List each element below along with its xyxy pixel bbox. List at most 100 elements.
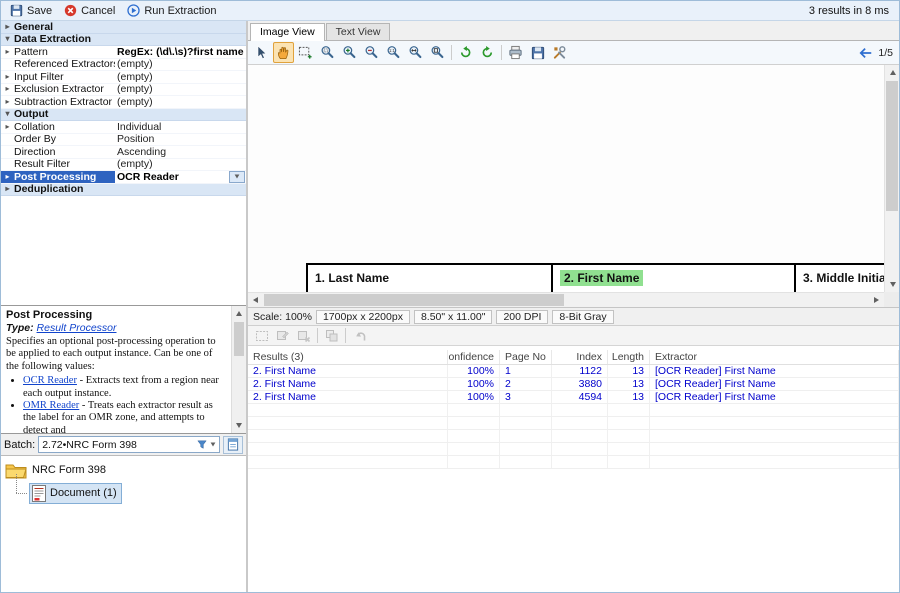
expander-icon[interactable]: ▸: [1, 171, 14, 183]
propgrid-row-direction[interactable]: Direction Ascending: [1, 146, 246, 159]
scroll-up-button[interactable]: [885, 65, 899, 80]
column-header-confidence[interactable]: Confidence: [448, 350, 500, 364]
category-label: Output: [14, 108, 115, 120]
propgrid-row-input-filter[interactable]: ▸ Input Filter (empty): [1, 71, 246, 84]
vertical-scrollbar[interactable]: [884, 65, 899, 292]
previous-page-button[interactable]: [859, 47, 873, 59]
propgrid-row-post-processing-selected[interactable]: ▸ Post Processing OCR Reader: [1, 171, 246, 184]
select-region-button[interactable]: [295, 42, 316, 63]
omr-reader-link[interactable]: OMR Reader: [23, 400, 79, 411]
expander-icon[interactable]: ▸: [1, 71, 14, 83]
horizontal-scrollbar[interactable]: [248, 292, 884, 307]
fit-width-button[interactable]: [405, 42, 426, 63]
property-value[interactable]: (empty): [115, 96, 246, 108]
propgrid-row-subtraction-extractor[interactable]: ▸ Subtraction Extractor (empty): [1, 96, 246, 109]
zoom-region-button[interactable]: [317, 42, 338, 63]
scroll-down-button[interactable]: [885, 277, 899, 292]
tree-root-label: NRC Form 398: [32, 464, 106, 476]
fit-page-icon: [430, 45, 445, 60]
result-row[interactable]: 2. First Name 100% 1 1122 13 [OCR Reader…: [248, 365, 899, 378]
propgrid-row-collation[interactable]: ▸ Collation Individual: [1, 121, 246, 134]
print-button[interactable]: [505, 42, 526, 63]
propgrid-row-order-by[interactable]: Order By Position: [1, 134, 246, 147]
propgrid-category-data-extraction[interactable]: ▾ Data Extraction: [1, 34, 246, 47]
propgrid-category-general[interactable]: ▸ General: [1, 21, 246, 34]
ocr-reader-link[interactable]: OCR Reader: [23, 375, 77, 386]
rotate-cw-button[interactable]: [477, 42, 498, 63]
column-header-index[interactable]: Index: [552, 350, 608, 364]
zoom-in-button[interactable]: [339, 42, 360, 63]
column-header-extractor[interactable]: Extractor: [650, 350, 899, 364]
extraction-highlight: 2. First Name: [560, 270, 643, 286]
propgrid-row-result-filter[interactable]: Result Filter (empty): [1, 159, 246, 172]
expander-icon[interactable]: ▸: [1, 21, 14, 33]
propgrid-row-pattern[interactable]: ▸ Pattern RegEx: (\d\.\s)?first name: [1, 46, 246, 59]
property-value[interactable]: RegEx: (\d\.\s)?first name: [115, 46, 246, 58]
column-header-results[interactable]: Results (3): [248, 350, 448, 364]
zoom-out-button[interactable]: [361, 42, 382, 63]
scrollbar-thumb[interactable]: [234, 322, 244, 356]
property-name: Order By: [14, 133, 115, 145]
page-indicator: 1/5: [878, 47, 893, 59]
propgrid-row-referenced-extractors[interactable]: Referenced Extractors (empty): [1, 59, 246, 72]
open-batch-button[interactable]: [223, 436, 243, 454]
help-scrollbar[interactable]: [231, 306, 246, 433]
propgrid-category-deduplication[interactable]: ▸ Deduplication: [1, 184, 246, 197]
expander-icon[interactable]: ▾: [1, 108, 14, 120]
save-image-button[interactable]: [527, 42, 548, 63]
scrollbar-thumb[interactable]: [264, 294, 564, 306]
propgrid-category-output[interactable]: ▾ Output: [1, 109, 246, 122]
result-name: 2. First Name: [248, 391, 448, 403]
result-row[interactable]: 2. First Name 100% 2 3880 13 [OCR Reader…: [248, 378, 899, 391]
batch-selector[interactable]: 2.72•NRC Form 398: [38, 436, 220, 453]
property-value[interactable]: Individual: [115, 121, 246, 133]
selected-tree-node[interactable]: Document (1): [29, 483, 122, 504]
expander-icon[interactable]: ▸: [1, 83, 14, 95]
pointer-tool-button[interactable]: [251, 42, 272, 63]
fit-page-button[interactable]: [427, 42, 448, 63]
property-value[interactable]: OCR Reader: [115, 171, 229, 183]
expander-icon[interactable]: ▾: [1, 33, 14, 45]
tree-item-document[interactable]: Document (1): [29, 481, 246, 505]
scroll-right-button[interactable]: [869, 293, 884, 308]
expander-icon[interactable]: ▸: [1, 96, 14, 108]
scroll-left-button[interactable]: [248, 293, 263, 308]
expander-icon[interactable]: ▸: [1, 46, 14, 58]
run-extraction-button[interactable]: Run Extraction: [122, 3, 221, 18]
column-header-length[interactable]: Length: [608, 350, 650, 364]
property-value[interactable]: (empty): [115, 58, 246, 70]
pan-tool-button[interactable]: [273, 42, 294, 63]
cancel-button[interactable]: Cancel: [59, 3, 120, 18]
viewer-panel: Image View Text View 1:1: [248, 21, 899, 592]
tree-item-batch-root[interactable]: NRC Form 398: [5, 459, 246, 481]
property-value[interactable]: Position: [115, 133, 246, 145]
expander-icon[interactable]: ▸: [1, 183, 14, 195]
zoom-in-icon: [342, 45, 357, 60]
result-row[interactable]: 2. First Name 100% 3 4594 13 [OCR Reader…: [248, 391, 899, 404]
result-extractor: [OCR Reader] First Name: [650, 365, 899, 377]
scroll-down-button[interactable]: [232, 418, 246, 433]
column-header-page-no[interactable]: Page No: [500, 350, 552, 364]
run-extraction-label: Run Extraction: [144, 5, 216, 17]
propgrid-row-exclusion-extractor[interactable]: ▸ Exclusion Extractor (empty): [1, 84, 246, 97]
dropdown-button[interactable]: [229, 171, 245, 183]
tools-icon: [552, 45, 567, 60]
zoom-actual-size-button[interactable]: 1:1: [383, 42, 404, 63]
scrollbar-thumb[interactable]: [886, 81, 898, 211]
tab-image-view[interactable]: Image View: [250, 23, 325, 41]
image-viewport[interactable]: 1. Last Name Wyatt 2. First Name Benjami…: [248, 65, 899, 308]
save-button[interactable]: Save: [5, 3, 57, 18]
arrow-down-icon: [890, 282, 896, 287]
image-settings-button[interactable]: [549, 42, 570, 63]
expander-icon[interactable]: ▸: [1, 121, 14, 133]
tab-text-view[interactable]: Text View: [326, 23, 391, 40]
help-bullet-list: OCR Reader - Extracts text from a region…: [23, 375, 227, 434]
property-value[interactable]: (empty): [115, 71, 246, 83]
property-value[interactable]: (empty): [115, 158, 246, 170]
result-length: 13: [608, 378, 650, 390]
scroll-up-button[interactable]: [232, 306, 246, 321]
property-value[interactable]: Ascending: [115, 146, 246, 158]
property-value[interactable]: (empty): [115, 83, 246, 95]
result-processor-link[interactable]: Result Processor: [37, 322, 117, 334]
rotate-ccw-button[interactable]: [455, 42, 476, 63]
